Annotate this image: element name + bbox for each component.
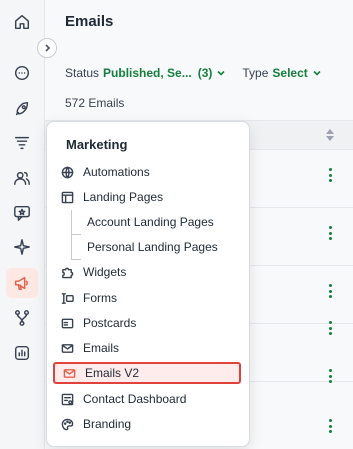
menu-item-label: Contact Dashboard bbox=[83, 392, 187, 406]
chat-icon[interactable] bbox=[10, 61, 34, 85]
tree-connector bbox=[71, 259, 81, 260]
menu-item-account-landing-pages[interactable]: Account Landing Pages bbox=[87, 212, 214, 232]
menu-item-label: Emails bbox=[83, 341, 120, 355]
filter-bar: Status Published, Se... (3) Type Select bbox=[65, 66, 322, 80]
branch-icon[interactable] bbox=[10, 306, 34, 330]
puzzle-icon bbox=[62, 267, 74, 278]
people-icon[interactable] bbox=[10, 166, 34, 190]
chevron-down-icon[interactable] bbox=[216, 68, 226, 78]
row-actions-icon[interactable] bbox=[328, 226, 332, 240]
rocket-icon[interactable] bbox=[10, 97, 34, 121]
home-icon[interactable] bbox=[10, 10, 34, 34]
funnel-icon[interactable] bbox=[10, 131, 34, 155]
menu-item-label: Widgets bbox=[83, 265, 127, 279]
status-filter-label: Status bbox=[65, 66, 100, 80]
menu-item-landing-pages[interactable]: Landing Pages bbox=[61, 187, 163, 207]
type-filter-label: Type bbox=[242, 66, 269, 80]
sparkle-icon[interactable] bbox=[10, 235, 34, 259]
row-actions-icon[interactable] bbox=[328, 419, 332, 433]
menu-item-emails[interactable]: Emails bbox=[61, 338, 119, 358]
status-filter-count[interactable]: (3) bbox=[198, 66, 213, 80]
menu-item-widgets[interactable]: Widgets bbox=[61, 262, 126, 282]
menu-item-label: Postcards bbox=[83, 316, 137, 330]
menu-item-automations[interactable]: Automations bbox=[61, 162, 150, 182]
menu-item-postcards[interactable]: Postcards bbox=[61, 313, 136, 333]
menu-item-label: Account Landing Pages bbox=[87, 215, 214, 229]
menu-item-forms[interactable]: Forms bbox=[61, 288, 117, 308]
page-title: Emails bbox=[65, 13, 114, 30]
row-actions-icon[interactable] bbox=[328, 168, 332, 182]
email-count: 572 Emails bbox=[65, 96, 125, 110]
postcard-icon bbox=[61, 318, 74, 328]
palette-icon bbox=[61, 418, 74, 430]
menu-item-label: Forms bbox=[83, 291, 117, 305]
mail-icon bbox=[61, 343, 74, 353]
tree-connector bbox=[71, 234, 81, 235]
type-filter-value[interactable]: Select bbox=[272, 66, 307, 80]
menu-item-label: Landing Pages bbox=[83, 190, 164, 204]
menu-item-contact-dashboard[interactable]: Contact Dashboard bbox=[61, 389, 186, 409]
row-actions-icon[interactable] bbox=[328, 321, 332, 335]
menu-item-label: Automations bbox=[83, 165, 150, 179]
menu-item-branding[interactable]: Branding bbox=[61, 414, 131, 434]
layout-icon bbox=[61, 191, 74, 203]
mail-icon bbox=[63, 368, 76, 378]
menu-item-label: Branding bbox=[83, 417, 132, 431]
menu-item-emails-v2[interactable]: Emails V2 bbox=[53, 362, 241, 384]
chart-icon[interactable] bbox=[10, 341, 34, 365]
menu-title: Marketing bbox=[66, 137, 128, 152]
chevron-down-icon[interactable] bbox=[312, 68, 322, 78]
menu-item-personal-landing-pages[interactable]: Personal Landing Pages bbox=[87, 237, 218, 257]
sidebar-expand-button[interactable] bbox=[37, 38, 57, 58]
row-actions-icon[interactable] bbox=[328, 284, 332, 298]
marketing-menu: Marketing Automations Landing Pages Acco… bbox=[46, 121, 250, 447]
form-icon bbox=[61, 292, 74, 304]
tree-connector bbox=[71, 210, 72, 260]
sort-icon[interactable] bbox=[325, 128, 335, 142]
menu-item-label: Emails V2 bbox=[85, 366, 140, 380]
chevron-right-icon bbox=[45, 44, 51, 52]
menu-item-label: Personal Landing Pages bbox=[87, 240, 218, 254]
status-filter-value[interactable]: Published, Se... bbox=[103, 66, 192, 80]
row-actions-icon[interactable] bbox=[328, 369, 332, 383]
megaphone-icon[interactable] bbox=[6, 268, 38, 298]
sidebar bbox=[0, 0, 45, 449]
dashboard-icon bbox=[61, 393, 74, 405]
feedback-icon[interactable] bbox=[10, 201, 34, 225]
globe-icon bbox=[61, 166, 74, 178]
